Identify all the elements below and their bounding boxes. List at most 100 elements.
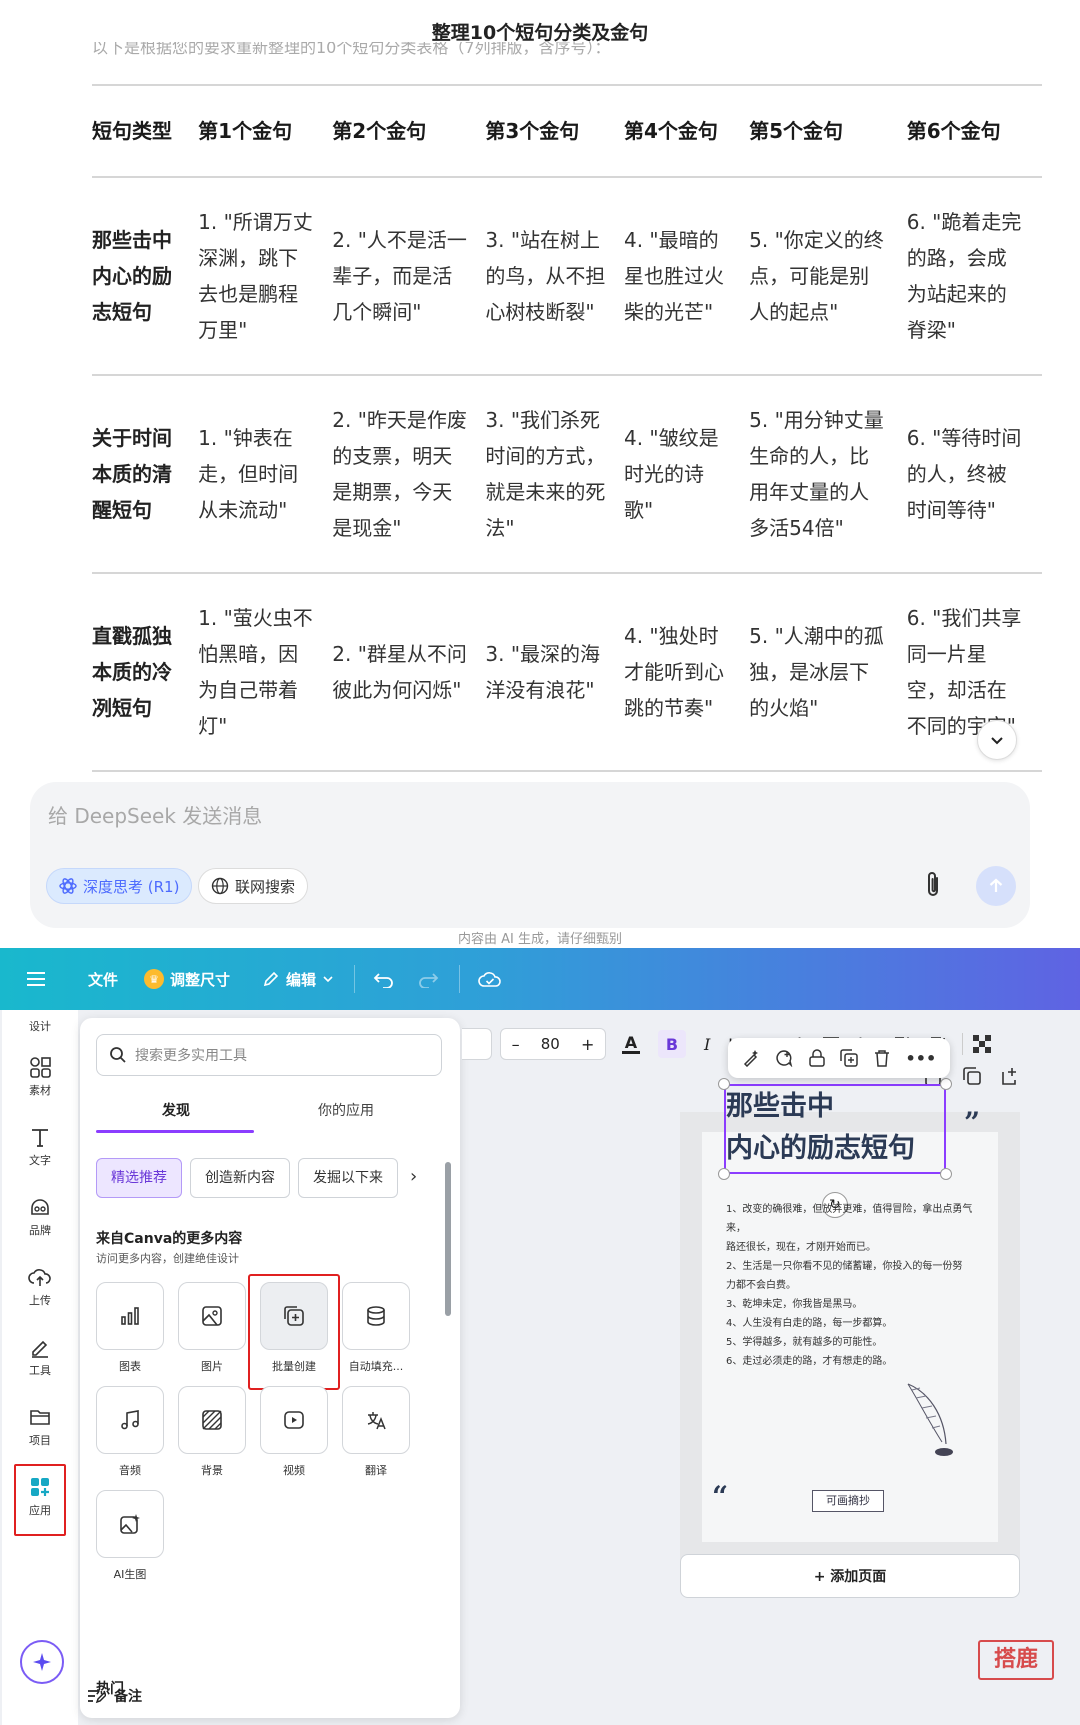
comment-icon[interactable] [775, 1049, 793, 1067]
rail-label: 上传 [29, 1294, 51, 1307]
divider [962, 1033, 964, 1055]
rail-design[interactable]: 设计 [2, 1018, 78, 1034]
cloud-save-status[interactable] [478, 970, 502, 988]
quote-line: 路还很长，现在，才刚开始而已。 [726, 1242, 876, 1253]
resize-handle[interactable] [940, 1168, 952, 1180]
panel-scrollbar[interactable] [444, 1148, 452, 1708]
message-input-placeholder[interactable]: 给 DeepSeek 发送消息 [48, 800, 262, 829]
add-page-icon[interactable] [1000, 1066, 1020, 1086]
globe-icon [211, 877, 229, 895]
page-heading[interactable]: 那些击中 内心的励志短句 [726, 1086, 915, 1170]
table-cell: 4. "最暗的星也胜过火柴的光芒" [623, 177, 750, 376]
rail-elements[interactable]: 素材 [2, 1056, 78, 1098]
table-cell: 2. "昨天是作废的支票，明天是期票，今天是现金" [332, 375, 486, 574]
duplicate-page-icon[interactable] [962, 1066, 982, 1086]
page-heading-line: 那些击中 [726, 1091, 834, 1122]
decrease-font-size-button[interactable]: – [512, 1035, 520, 1054]
chevron-right-icon[interactable]: › [410, 1166, 417, 1187]
atom-icon [59, 878, 77, 894]
magic-assistant-button[interactable] [20, 1640, 64, 1684]
pill-discover[interactable]: 发掘以下来 [298, 1158, 398, 1198]
open-quote-icon: “ [712, 1480, 729, 1513]
font-size-control: – 80 + [500, 1028, 606, 1060]
clipped-intro-line: 以下是根据您的要求重新整理的10个短句分类表格（7列排版，含序号）： [92, 42, 611, 56]
page-quote-list[interactable]: 1、改变的确很难，但放弃更难，值得冒险，拿出点勇气来， 路还很长，现在，才刚开始… [726, 1200, 976, 1371]
tab-discover[interactable]: 发现 [96, 1100, 256, 1120]
attachment-icon[interactable] [922, 870, 944, 900]
lock-icon[interactable] [809, 1049, 825, 1067]
trash-icon[interactable] [874, 1049, 890, 1067]
deep-think-toggle[interactable]: 深度思考 (R1) [46, 868, 193, 904]
rail-text[interactable]: 文字 [2, 1126, 78, 1168]
database-icon [367, 1306, 385, 1326]
pill-featured[interactable]: 精选推荐 [96, 1158, 182, 1198]
font-family-select[interactable] [462, 1028, 492, 1060]
message-input-box[interactable]: 给 DeepSeek 发送消息 深度思考 (R1) 联网搜索 [30, 782, 1030, 928]
tool-search-input[interactable]: 搜索更多实用工具 [96, 1034, 442, 1076]
element-floating-toolbar: ••• [728, 1038, 950, 1078]
table-header-cell: 短句类型 [92, 84, 199, 178]
table-cell: 5. "人潮中的孤独，是冰层下的火焰" [749, 573, 907, 772]
send-button[interactable] [976, 866, 1016, 906]
quote-line: 1、改变的确很难，但放弃更难，值得冒险，拿出点勇气来， [726, 1204, 973, 1234]
tool-translate[interactable]: 翻译 [342, 1386, 410, 1478]
undo-button[interactable] [373, 970, 395, 988]
tool-ai-image[interactable]: AI生图 [96, 1490, 164, 1582]
scroll-to-bottom-button[interactable] [977, 720, 1017, 760]
redo-button[interactable] [417, 970, 439, 988]
cloud-check-icon [478, 972, 501, 987]
table-cell: 3. "我们杀死时间的方式，就是未来的死法" [485, 375, 624, 574]
resize-button[interactable]: ♛ 调整尺寸 [144, 969, 230, 990]
rail-label: 工具 [29, 1364, 51, 1377]
tool-chart[interactable]: 图表 [96, 1282, 164, 1374]
increase-font-size-button[interactable]: + [581, 1035, 594, 1054]
rail-upload[interactable]: 上传 [2, 1266, 78, 1308]
rail-tools[interactable]: 工具 [2, 1336, 78, 1378]
watermark-seal: 搭鹿 [978, 1640, 1054, 1680]
tool-audio[interactable]: 音频 [96, 1386, 164, 1478]
scrollbar-thumb[interactable] [445, 1162, 451, 1316]
canva-editor: 文件 ♛ 调整尺寸 编辑 设计 素材 文字 品牌 上传 工具 项目 应用 搜索更… [0, 948, 1080, 1725]
table-header-cell: 第4个金句 [623, 84, 750, 178]
bold-button[interactable]: B [658, 1030, 686, 1058]
duplicate-icon[interactable] [840, 1049, 859, 1067]
close-quote-icon: ” [964, 1106, 981, 1139]
transparency-button[interactable] [973, 1035, 992, 1053]
sparkle-icon [33, 1653, 51, 1671]
tool-background[interactable]: 背景 [178, 1386, 246, 1478]
notes-button[interactable]: 备注 [86, 1686, 142, 1706]
pill-create-new[interactable]: 创造新内容 [190, 1158, 290, 1198]
crown-icon: ♛ [144, 969, 165, 989]
table-header-cell: 第5个金句 [749, 84, 907, 178]
tool-label: 视频 [283, 1464, 305, 1477]
tool-autofill[interactable]: 自动填充... [342, 1282, 410, 1374]
text-color-button[interactable]: A [622, 1034, 640, 1054]
table-header-cell: 第1个金句 [198, 84, 333, 178]
quote-table: 短句类型 第1个金句 第2个金句 第3个金句 第4个金句 第5个金句 第6个金句… [92, 84, 1042, 792]
web-search-toggle[interactable]: 联网搜索 [198, 868, 309, 904]
table-cell: 4. "独处时才能听到心跳的节奏" [623, 573, 750, 772]
table-cell: 3. "站在树上的鸟，从不担心树枝断裂" [485, 177, 624, 376]
italic-button[interactable]: I [704, 1035, 710, 1054]
file-menu[interactable]: 文件 [88, 969, 118, 990]
notes-label: 备注 [114, 1689, 142, 1705]
tool-label: AI生图 [113, 1568, 147, 1581]
menu-button[interactable] [26, 971, 46, 987]
resize-handle[interactable] [940, 1078, 952, 1090]
table-cell: 1. "所谓万丈深渊，跳下去也是鹏程万里" [198, 177, 333, 376]
tool-video[interactable]: 视频 [260, 1386, 328, 1478]
rail-projects[interactable]: 项目 [2, 1406, 78, 1448]
tab-your-apps[interactable]: 你的应用 [266, 1100, 426, 1120]
translate-icon [367, 1412, 386, 1430]
add-page-button[interactable]: + 添加页面 [680, 1554, 1020, 1598]
font-size-value[interactable]: 80 [541, 1035, 560, 1053]
image-icon [202, 1306, 222, 1326]
more-options-icon[interactable]: ••• [906, 1049, 937, 1068]
table-header-cell: 第2个金句 [332, 84, 486, 178]
edit-menu[interactable]: 编辑 [262, 969, 334, 990]
tool-image[interactable]: 图片 [178, 1282, 246, 1374]
rail-brand[interactable]: 品牌 [2, 1196, 78, 1238]
magic-edit-icon[interactable] [742, 1049, 760, 1067]
category-pills: 精选推荐 创造新内容 发掘以下来 [96, 1158, 426, 1200]
arrow-up-icon [989, 878, 1003, 892]
